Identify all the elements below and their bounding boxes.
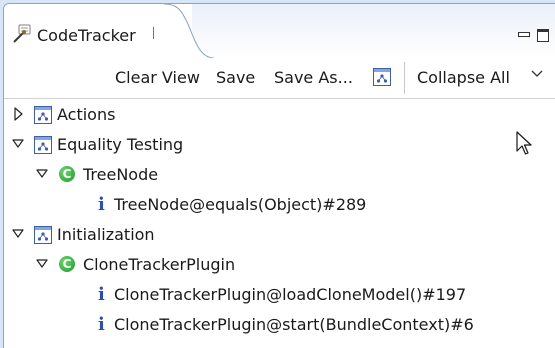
tree-row[interactable]: i TreeNode@equals(Object)#289 xyxy=(4,189,555,219)
class-icon: C xyxy=(59,256,75,272)
expanded-arrow-icon[interactable] xyxy=(36,257,48,271)
view-toolbar: Clear View Save Save As... Collapse All xyxy=(4,58,555,98)
view-tab-bar: CodeTracker ⌧ xyxy=(4,4,555,58)
collapsed-arrow-icon[interactable] xyxy=(12,107,24,121)
tree-row[interactable]: i CloneTrackerPlugin@start(BundleContext)… xyxy=(4,309,555,339)
tab-title: CodeTracker xyxy=(37,26,136,45)
mouse-cursor-icon xyxy=(516,131,532,155)
tree-item-label: CloneTrackerPlugin xyxy=(83,255,236,274)
tree-row[interactable]: Initialization xyxy=(4,219,555,249)
tree-item-label: CloneTrackerPlugin@loadCloneModel()#197 xyxy=(114,285,467,304)
tab-curve xyxy=(154,4,214,58)
toolbar-separator xyxy=(404,62,405,94)
expanded-arrow-icon[interactable] xyxy=(36,167,48,181)
expanded-arrow-icon[interactable] xyxy=(12,137,24,151)
tracker-icon xyxy=(13,24,31,43)
category-icon xyxy=(34,136,52,154)
category-icon xyxy=(34,106,52,124)
maximize-button[interactable] xyxy=(537,29,549,42)
tree-row[interactable]: Equality Testing xyxy=(4,129,555,159)
save-as-button[interactable]: Save As... xyxy=(274,68,353,87)
category-icon xyxy=(34,226,52,244)
collapse-all-button[interactable]: Collapse All xyxy=(417,68,510,87)
tree-row[interactable]: i CloneTrackerPlugin@loadCloneModel()#197 xyxy=(4,279,555,309)
info-icon: i xyxy=(98,284,105,305)
info-icon: i xyxy=(98,314,105,335)
tree-item-label: TreeNode xyxy=(83,165,159,184)
view-menu-icon[interactable] xyxy=(531,70,543,78)
tree-item-label: Initialization xyxy=(57,225,155,244)
tree-item-label: TreeNode@equals(Object)#289 xyxy=(114,195,367,214)
tree-item-label: Actions xyxy=(57,105,116,124)
tree-item-label: CloneTrackerPlugin@start(BundleContext)#… xyxy=(114,315,474,334)
tree-row[interactable]: C TreeNode xyxy=(4,159,555,189)
save-button[interactable]: Save xyxy=(216,68,255,87)
info-icon: i xyxy=(98,194,105,215)
class-icon: C xyxy=(59,166,75,182)
codetracker-view: CodeTracker ⌧ Clear View Save Save As...… xyxy=(3,3,555,348)
minimize-button[interactable] xyxy=(518,32,530,37)
clear-view-button[interactable]: Clear View xyxy=(115,68,200,87)
expanded-arrow-icon[interactable] xyxy=(12,227,24,241)
tree-row[interactable]: C CloneTrackerPlugin xyxy=(4,249,555,279)
tree-row[interactable]: Actions xyxy=(4,99,555,129)
category-icon[interactable] xyxy=(373,68,391,86)
tree-item-label: Equality Testing xyxy=(57,135,184,154)
